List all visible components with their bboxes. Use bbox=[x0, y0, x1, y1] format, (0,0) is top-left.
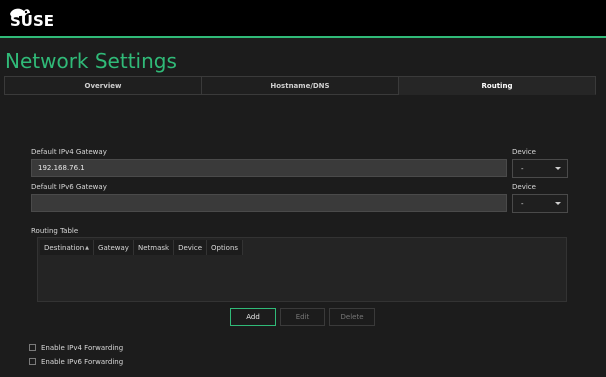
top-bar: SUSE bbox=[0, 0, 606, 36]
ipv4-gateway-label: Default IPv4 Gateway bbox=[31, 148, 107, 156]
page-title: Network Settings bbox=[5, 49, 177, 73]
column-header-label: Destination bbox=[44, 243, 85, 252]
routing-table-header: Destination ▲ Gateway Netmask Device Opt… bbox=[40, 240, 244, 255]
ipv4-device-select[interactable]: - bbox=[512, 159, 568, 178]
logo-text: SUSE bbox=[10, 12, 55, 30]
routing-table[interactable]: Destination ▲ Gateway Netmask Device Opt… bbox=[37, 237, 567, 302]
routing-table-label: Routing Table bbox=[31, 227, 79, 235]
ipv4-forwarding-checkbox[interactable] bbox=[29, 344, 36, 351]
ipv4-device-label: Device bbox=[512, 148, 536, 156]
ipv4-forwarding-label[interactable]: Enable IPv4 Forwarding bbox=[41, 344, 123, 352]
tab-bar: Overview Hostname/DNS Routing bbox=[4, 76, 596, 96]
chevron-down-icon bbox=[555, 167, 561, 170]
delete-button[interactable]: Delete bbox=[329, 308, 375, 326]
ipv6-forwarding-label[interactable]: Enable IPv6 Forwarding bbox=[41, 358, 123, 366]
column-header-gateway[interactable]: Gateway bbox=[94, 240, 134, 255]
tab-hostname-dns[interactable]: Hostname/DNS bbox=[202, 76, 399, 95]
column-header-destination[interactable]: Destination ▲ bbox=[40, 240, 95, 255]
ipv6-gateway-label: Default IPv6 Gateway bbox=[31, 183, 107, 191]
chevron-down-icon bbox=[555, 202, 561, 205]
ipv4-gateway-input[interactable]: 192.168.76.1 bbox=[31, 159, 507, 177]
ipv6-device-value: - bbox=[521, 199, 524, 208]
tab-routing[interactable]: Routing bbox=[399, 76, 596, 95]
ipv6-forwarding-checkbox[interactable] bbox=[29, 358, 36, 365]
ipv6-gateway-input[interactable] bbox=[31, 194, 507, 212]
ipv6-device-select[interactable]: - bbox=[512, 194, 568, 213]
column-header-device[interactable]: Device bbox=[174, 240, 208, 255]
ipv6-device-label: Device bbox=[512, 183, 536, 191]
sort-indicator-icon: ▲ bbox=[85, 244, 90, 251]
ipv4-device-value: - bbox=[521, 164, 524, 173]
add-button[interactable]: Add bbox=[230, 308, 276, 326]
column-header-options[interactable]: Options bbox=[207, 240, 244, 255]
tab-overview[interactable]: Overview bbox=[4, 76, 202, 95]
edit-button[interactable]: Edit bbox=[280, 308, 325, 326]
column-header-netmask[interactable]: Netmask bbox=[133, 240, 175, 255]
